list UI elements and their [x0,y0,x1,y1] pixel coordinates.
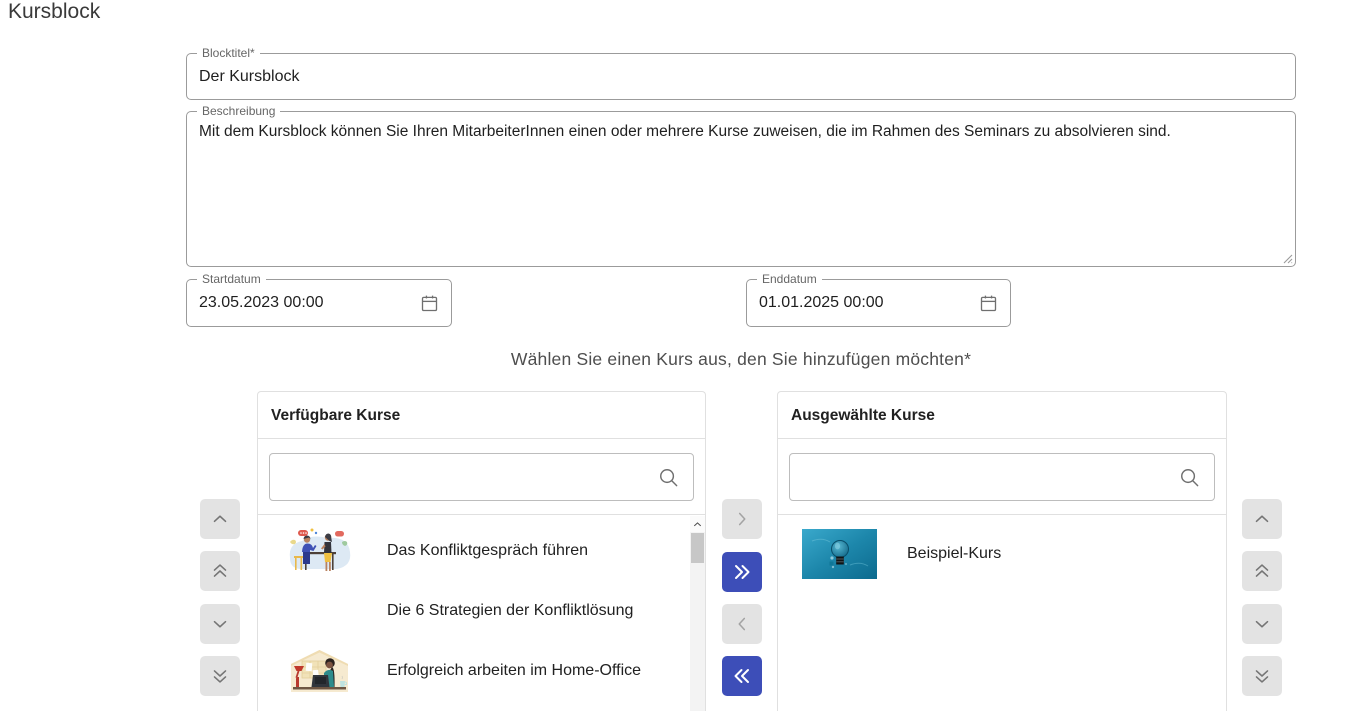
list-item-beispiel-kurs[interactable]: Beispiel-Kurs [778,521,1226,587]
source-move-bottom-button[interactable] [200,656,240,696]
course-label: Erfolgreich arbeiten im Home-Office [387,662,641,680]
course-thumbnail [282,646,357,696]
available-courses-title: Verfügbare Kurse [258,392,705,439]
source-filter-container [258,439,705,515]
chevron-up-icon [692,519,703,530]
page-title: Kursblock [8,0,100,24]
target-move-top-button[interactable] [1242,551,1282,591]
course-label: Beispiel-Kurs [907,545,1001,563]
scrollbar-up-arrow[interactable] [690,516,705,532]
chevron-right-icon [731,508,753,530]
target-move-up-button[interactable] [1242,499,1282,539]
beschreibung-field: Beschreibung Mit dem Kursblock können Si… [186,111,1296,267]
source-list-scrollbar[interactable] [690,516,705,711]
chevron-up-icon [1251,508,1273,530]
course-thumbnail [802,529,877,579]
chevron-up-icon [209,508,231,530]
enddatum-input[interactable] [759,280,972,326]
beschreibung-textarea[interactable]: Mit dem Kursblock können Sie Ihren Mitar… [187,112,1295,266]
source-move-up-button[interactable] [200,499,240,539]
move-all-to-target-button[interactable] [722,552,762,592]
source-filter-input[interactable] [270,454,649,500]
list-item-das-konfliktgespraech[interactable]: Das Konfliktgespräch führen [258,521,705,581]
kursblock-page: Kursblock Blocktitel* Beschreibung Mit d… [0,0,1359,711]
list-item-erfolgreich-home-office[interactable]: Erfolgreich arbeiten im Home-Office [258,641,705,701]
source-course-list: Das Konfliktgespräch führen Die 6 Strate… [258,515,705,701]
startdatum-calendar-button[interactable] [415,289,443,317]
target-filter-container [778,439,1226,515]
search-icon [657,466,680,489]
selected-courses-panel: Ausgewählte Kurse [777,391,1227,711]
chevron-down-icon [1251,613,1273,635]
startdatum-input[interactable] [199,280,413,326]
home-office-illustration [282,646,357,696]
calendar-icon [978,293,999,314]
enddatum-field: Enddatum [746,279,1011,327]
chevron-down-icon [209,613,231,635]
conflict-talk-illustration [282,526,357,576]
available-courses-panel: Verfügbare Kurse [257,391,706,711]
double-chevron-down-icon [209,665,231,687]
blocktitel-input[interactable] [199,54,1283,99]
selected-courses-title: Ausgewählte Kurse [778,392,1226,439]
target-filter-input[interactable] [790,454,1170,500]
double-chevron-right-icon [730,560,754,584]
double-chevron-down-icon [1251,665,1273,687]
calendar-icon [419,293,440,314]
source-move-down-button[interactable] [200,604,240,644]
double-chevron-left-icon [730,664,754,688]
target-move-bottom-button[interactable] [1242,656,1282,696]
list-item-die-6-strategien[interactable]: Die 6 Strategien der Konfliktlösung [258,581,705,641]
target-move-down-button[interactable] [1242,604,1282,644]
lightbulb-underwater-photo [802,529,877,579]
course-select-instruction: Wählen Sie einen Kurs aus, den Sie hinzu… [186,349,1296,370]
textarea-resize-handle-icon[interactable] [1281,252,1293,264]
move-to-source-button[interactable] [722,604,762,644]
source-move-top-button[interactable] [200,551,240,591]
startdatum-field: Startdatum [186,279,452,327]
course-label: Das Konfliktgespräch führen [387,542,588,560]
blocktitel-field: Blocktitel* [186,53,1296,100]
move-to-target-button[interactable] [722,499,762,539]
source-search-box [269,453,694,501]
search-icon [1178,466,1201,489]
double-chevron-up-icon [209,560,231,582]
course-thumbnail-empty [282,586,357,636]
target-search-box [789,453,1215,501]
enddatum-calendar-button[interactable] [974,289,1002,317]
scrollbar-thumb[interactable] [691,533,704,563]
target-course-list: Beispiel-Kurs [778,515,1226,587]
move-all-to-source-button[interactable] [722,656,762,696]
course-label: Die 6 Strategien der Konfliktlösung [387,602,633,620]
double-chevron-up-icon [1251,560,1273,582]
chevron-left-icon [731,613,753,635]
course-thumbnail [282,526,357,576]
